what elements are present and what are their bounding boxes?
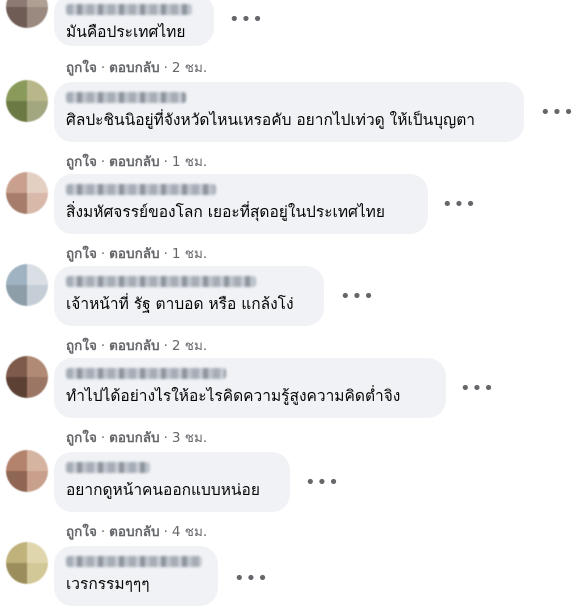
reply-link[interactable]: ตอบกลับ (109, 338, 159, 354)
commenter-name[interactable] (66, 556, 202, 567)
timestamp[interactable]: 1 ชม. (172, 154, 207, 170)
horizontal-ellipsis-icon[interactable]: ••• (540, 104, 575, 122)
horizontal-ellipsis-icon[interactable]: ••• (340, 288, 375, 306)
avatar[interactable] (6, 542, 48, 584)
comment-text: อยากดูหน้าคนออกแบบหน่อย (66, 481, 260, 499)
comment-text: เวรกรรมๆๆๆ (66, 575, 150, 593)
avatar[interactable] (6, 172, 48, 214)
timestamp[interactable]: 3 ชม. (172, 430, 207, 446)
comment-actions: ถูกใจ · ตอบกลับ · 4 ชม. (66, 524, 208, 540)
comment-bubble: ทำไปได้อย่างไรให้อะไรคิดความรู้สูงความคิ… (54, 358, 446, 418)
comment-bubble: เวรกรรมๆๆๆ (54, 546, 218, 606)
like-link[interactable]: ถูกใจ (66, 246, 97, 262)
comment-text: ศิลปะชินนิอยู่ที่จังหวัดไหนเหรอคับ อยากไ… (66, 111, 476, 129)
avatar[interactable] (6, 356, 48, 398)
commenter-name[interactable] (66, 462, 150, 473)
avatar[interactable] (6, 450, 48, 492)
commenter-name[interactable] (66, 92, 186, 103)
horizontal-ellipsis-icon[interactable]: ••• (234, 570, 269, 588)
comment-bubble: เจ้าหน้าที่ รัฐ ตาบอด หรือ แกล้งโง่ (54, 266, 324, 326)
like-link[interactable]: ถูกใจ (66, 154, 97, 170)
timestamp[interactable]: 2 ชม. (172, 60, 207, 76)
like-link[interactable]: ถูกใจ (66, 60, 97, 76)
commenter-name[interactable] (66, 368, 226, 379)
reply-link[interactable]: ตอบกลับ (109, 524, 159, 540)
avatar[interactable] (6, 80, 48, 122)
timestamp[interactable]: 2 ชม. (172, 338, 207, 354)
commenter-name[interactable] (66, 184, 216, 195)
horizontal-ellipsis-icon[interactable]: ••• (442, 196, 477, 214)
like-link[interactable]: ถูกใจ (66, 338, 97, 354)
avatar[interactable] (6, 264, 48, 306)
horizontal-ellipsis-icon[interactable]: ••• (229, 11, 264, 29)
like-link[interactable]: ถูกใจ (66, 524, 97, 540)
comment-bubble: ศิลปะชินนิอยู่ที่จังหวัดไหนเหรอคับ อยากไ… (54, 82, 524, 142)
reply-link[interactable]: ตอบกลับ (109, 154, 159, 170)
comment-text: มันคือประเทศไทย (66, 23, 186, 41)
comment-actions: ถูกใจ · ตอบกลับ · 2 ชม. (66, 60, 208, 76)
comment-bubble: มันคือประเทศไทย (54, 0, 214, 46)
comment-bubble: สิ่งมหัศจรรย์ของโลก เยอะที่สุดอยู่ในประเ… (54, 174, 428, 234)
comment-actions: ถูกใจ · ตอบกลับ · 3 ชม. (66, 430, 208, 446)
avatar[interactable] (6, 0, 48, 28)
comment-text: เจ้าหน้าที่ รัฐ ตาบอด หรือ แกล้งโง่ (66, 295, 294, 313)
like-link[interactable]: ถูกใจ (66, 430, 97, 446)
commenter-name[interactable] (66, 276, 256, 287)
comment-actions: ถูกใจ · ตอบกลับ · 2 ชม. (66, 338, 208, 354)
comment-actions: ถูกใจ · ตอบกลับ · 1 ชม. (66, 154, 208, 170)
comment-text: ทำไปได้อย่างไรให้อะไรคิดความรู้สูงความคิ… (66, 387, 401, 405)
commenter-name[interactable] (66, 4, 192, 15)
comment-text: สิ่งมหัศจรรย์ของโลก เยอะที่สุดอยู่ในประเ… (66, 203, 385, 221)
horizontal-ellipsis-icon[interactable]: ••• (305, 474, 340, 492)
reply-link[interactable]: ตอบกลับ (109, 60, 159, 76)
reply-link[interactable]: ตอบกลับ (109, 430, 159, 446)
comment-actions: ถูกใจ · ตอบกลับ · 1 ชม. (66, 246, 208, 262)
reply-link[interactable]: ตอบกลับ (109, 246, 159, 262)
comment-feed: มันคือประเทศไทย ••• ถูกใจ · ตอบกลับ · 2 ชม. … (0, 0, 581, 613)
timestamp[interactable]: 4 ชม. (172, 524, 207, 540)
timestamp[interactable]: 1 ชม. (172, 246, 207, 262)
comment-bubble: อยากดูหน้าคนออกแบบหน่อย (54, 452, 290, 512)
horizontal-ellipsis-icon[interactable]: ••• (460, 380, 495, 398)
